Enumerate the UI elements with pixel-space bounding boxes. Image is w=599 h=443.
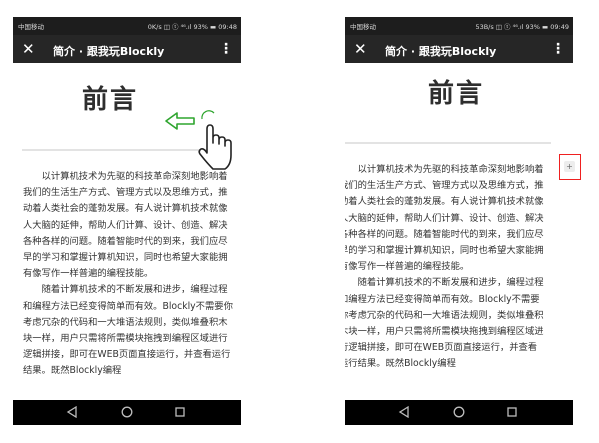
expand-plus-label: +: [564, 161, 575, 172]
status-indicators: 53B/s ◫ ⓣ ⁴⁶.ıl 93% ▬ 09:49: [475, 23, 569, 31]
app-bar: ✕ 简介 · 跟我玩Blockly ⋮: [13, 35, 241, 63]
more-vert-icon[interactable]: ⋮: [551, 39, 565, 59]
app-bar: ✕ 简介 · 跟我玩Blockly ⋮: [345, 35, 573, 63]
divider: [345, 142, 551, 144]
more-vert-icon[interactable]: ⋮: [219, 39, 233, 59]
status-bar: 中国移动 0K/s ◫ ⓣ ⁴⁶.ıl 93% ▬ 09:48: [13, 17, 241, 35]
paragraph: 随着计算机技术的不断发展和进步，编程过程和编程方法已经变得简单而有效。Block…: [345, 277, 544, 370]
phone-screen-left: 中国移动 0K/s ◫ ⓣ ⁴⁶.ıl 93% ▬ 09:48 ✕ 简介 · 跟…: [13, 17, 241, 425]
status-indicators: 0K/s ◫ ⓣ ⁴⁶.ıl 93% ▬ 09:48: [147, 23, 237, 31]
system-nav-bar: [345, 400, 573, 425]
home-circle-icon[interactable]: [451, 404, 467, 420]
article-content: 以计算机技术为先驱的科技革命深刻地影响着我们的生活生产方式、管理方式以及思维方式…: [345, 162, 545, 373]
status-bar: 中国移动 53B/s ◫ ⓣ ⁴⁶.ıl 93% ▬ 09:49: [345, 17, 573, 35]
system-nav-bar: [13, 400, 241, 425]
hand-swipe-icon: [198, 110, 232, 170]
recent-square-icon[interactable]: [172, 404, 188, 420]
home-circle-icon[interactable]: [119, 404, 135, 420]
expand-panel-button[interactable]: +: [559, 154, 581, 180]
phone-screen-right: 中国移动 53B/s ◫ ⓣ ⁴⁶.ıl 93% ▬ 09:49 ✕ 简介 · …: [345, 17, 573, 425]
swipe-gesture-overlay: [165, 110, 232, 170]
carrier-label: 中国移动: [350, 23, 376, 31]
back-triangle-icon[interactable]: [64, 404, 80, 420]
paragraph: 随着计算机技术的不断发展和进步，编程过程和编程方法已经变得简单而有效。Block…: [23, 284, 233, 377]
paragraph: 以计算机技术为先驱的科技革命深刻地影响着我们的生活生产方式、管理方式以及思维方式…: [23, 171, 228, 280]
close-x-icon[interactable]: ✕: [354, 39, 367, 59]
left-arrow-icon: [165, 112, 195, 130]
page-heading: 前言: [427, 79, 484, 109]
paragraph: 以计算机技术为先驱的科技革命深刻地影响着我们的生活生产方式、管理方式以及思维方式…: [345, 164, 544, 273]
article-content: 以计算机技术为先驱的科技革命深刻地影响着我们的生活生产方式、管理方式以及思维方式…: [23, 169, 236, 380]
close-x-icon[interactable]: ✕: [22, 39, 35, 59]
carrier-label: 中国移动: [18, 23, 44, 31]
app-title: 简介 · 跟我玩Blockly: [53, 45, 165, 58]
back-triangle-icon[interactable]: [396, 404, 412, 420]
recent-square-icon[interactable]: [504, 404, 520, 420]
app-title: 简介 · 跟我玩Blockly: [385, 45, 497, 58]
